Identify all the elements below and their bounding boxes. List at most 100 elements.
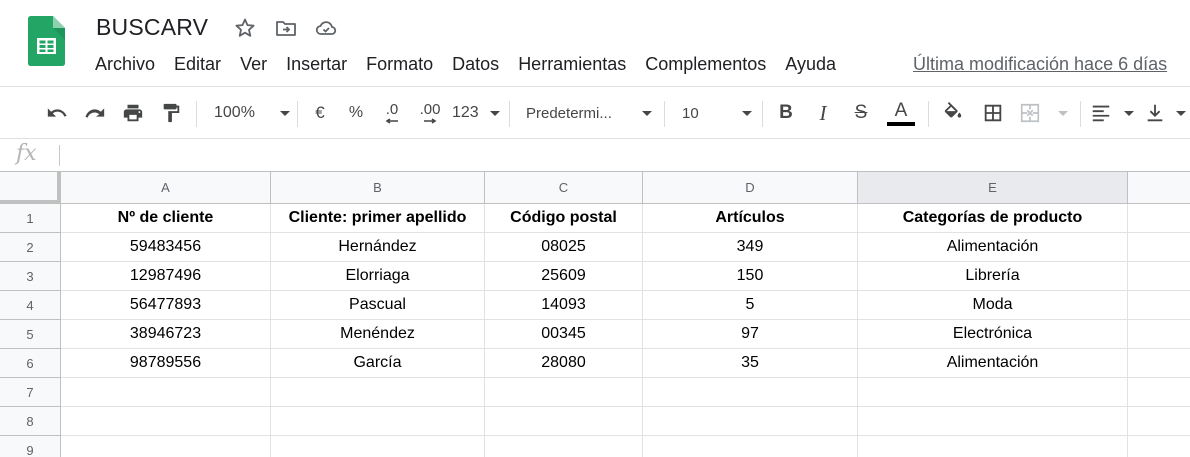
cell-e5[interactable]: Electrónica [858,320,1128,349]
percent-format-button[interactable]: % [344,99,368,127]
borders-button[interactable] [980,99,1006,127]
row-header-4[interactable]: 4 [0,291,61,320]
cell-overflow[interactable] [1128,378,1190,407]
cell-a9[interactable] [61,436,271,457]
menu-insertar[interactable]: Insertar [286,52,347,76]
cell-overflow[interactable] [1128,320,1190,349]
cell-d5[interactable]: 97 [643,320,858,349]
cell-e8[interactable] [858,407,1128,436]
document-title[interactable]: BUSCARV [96,14,208,41]
cell-d6[interactable]: 35 [643,349,858,378]
cell-e7[interactable] [858,378,1128,407]
row-header-8[interactable]: 8 [0,407,61,436]
cell-d1[interactable]: Artículos [643,204,858,233]
cell-d8[interactable] [643,407,858,436]
cell-d3[interactable]: 150 [643,262,858,291]
bold-button[interactable]: B [774,99,798,127]
redo-button[interactable] [82,99,108,127]
font-size-select[interactable]: 10 [680,99,752,127]
cell-a7[interactable] [61,378,271,407]
cell-a5[interactable]: 38946723 [61,320,271,349]
decrease-decimals-button[interactable]: .0 [378,99,406,127]
cell-b2[interactable]: Hernández [271,233,485,262]
strikethrough-button[interactable]: S [849,99,873,127]
cell-overflow[interactable] [1128,262,1190,291]
menu-ver[interactable]: Ver [240,52,267,76]
fill-color-button[interactable] [940,99,966,127]
cell-overflow[interactable] [1128,407,1190,436]
cell-e4[interactable]: Moda [858,291,1128,320]
cell-b9[interactable] [271,436,485,457]
cell-b7[interactable] [271,378,485,407]
cell-a3[interactable]: 12987496 [61,262,271,291]
cell-overflow[interactable] [1128,204,1190,233]
row-header-7[interactable]: 7 [0,378,61,407]
menu-herramientas[interactable]: Herramientas [518,52,626,76]
cell-c6[interactable]: 28080 [485,349,643,378]
cell-a2[interactable]: 59483456 [61,233,271,262]
menu-editar[interactable]: Editar [174,52,221,76]
cell-overflow[interactable] [1128,436,1190,457]
italic-button[interactable]: I [811,99,835,127]
row-header-5[interactable]: 5 [0,320,61,349]
sheets-logo-icon[interactable] [28,16,65,66]
cell-a4[interactable]: 56477893 [61,291,271,320]
cell-d4[interactable]: 5 [643,291,858,320]
cell-e3[interactable]: Librería [858,262,1128,291]
cell-b4[interactable]: Pascual [271,291,485,320]
formula-input[interactable] [70,139,1180,171]
star-icon[interactable] [233,16,257,40]
cell-overflow[interactable] [1128,349,1190,378]
cell-c7[interactable] [485,378,643,407]
cell-overflow[interactable] [1128,291,1190,320]
vertical-align-button[interactable] [1144,99,1186,127]
cell-d7[interactable] [643,378,858,407]
menu-ayuda[interactable]: Ayuda [785,52,836,76]
last-edit-link[interactable]: Última modificación hace 6 días [913,52,1167,76]
row-header-9[interactable]: 9 [0,436,61,457]
cell-b5[interactable]: Menéndez [271,320,485,349]
column-header-e[interactable]: E [858,171,1128,204]
cell-c9[interactable] [485,436,643,457]
cell-e1[interactable]: Categorías de producto [858,204,1128,233]
increase-decimals-button[interactable]: .00 [414,99,446,127]
column-header-c[interactable]: C [485,171,643,204]
font-family-select[interactable]: Predetermi... [526,99,652,127]
cell-a6[interactable]: 98789556 [61,349,271,378]
horizontal-align-button[interactable] [1090,99,1134,127]
cell-e6[interactable]: Alimentación [858,349,1128,378]
cell-b1[interactable]: Cliente: primer apellido [271,204,485,233]
cell-c1[interactable]: Código postal [485,204,643,233]
menu-complementos[interactable]: Complementos [645,52,766,76]
menu-datos[interactable]: Datos [452,52,499,76]
paint-format-button[interactable] [158,99,184,127]
row-header-3[interactable]: 3 [0,262,61,291]
select-all-corner[interactable] [0,171,61,204]
row-header-1[interactable]: 1 [0,204,61,233]
row-header-2[interactable]: 2 [0,233,61,262]
print-button[interactable] [120,99,146,127]
cell-d9[interactable] [643,436,858,457]
merge-cells-button[interactable] [1018,99,1068,127]
zoom-select[interactable]: 100% [208,99,290,127]
cell-c4[interactable]: 14093 [485,291,643,320]
currency-format-button[interactable]: € [308,99,332,127]
cell-c3[interactable]: 25609 [485,262,643,291]
cell-a1[interactable]: Nº de cliente [61,204,271,233]
cell-overflow[interactable] [1128,233,1190,262]
column-header-d[interactable]: D [643,171,858,204]
menu-formato[interactable]: Formato [366,52,433,76]
undo-button[interactable] [44,99,70,127]
move-to-folder-icon[interactable] [274,16,298,40]
menu-archivo[interactable]: Archivo [95,52,155,76]
column-header-a[interactable]: A [61,171,271,204]
cell-c5[interactable]: 00345 [485,320,643,349]
cell-a8[interactable] [61,407,271,436]
cell-c8[interactable] [485,407,643,436]
cell-e9[interactable] [858,436,1128,457]
row-header-6[interactable]: 6 [0,349,61,378]
cell-d2[interactable]: 349 [643,233,858,262]
cell-e2[interactable]: Alimentación [858,233,1128,262]
text-color-button[interactable]: A [886,99,916,127]
cloud-saved-icon[interactable] [314,16,338,40]
